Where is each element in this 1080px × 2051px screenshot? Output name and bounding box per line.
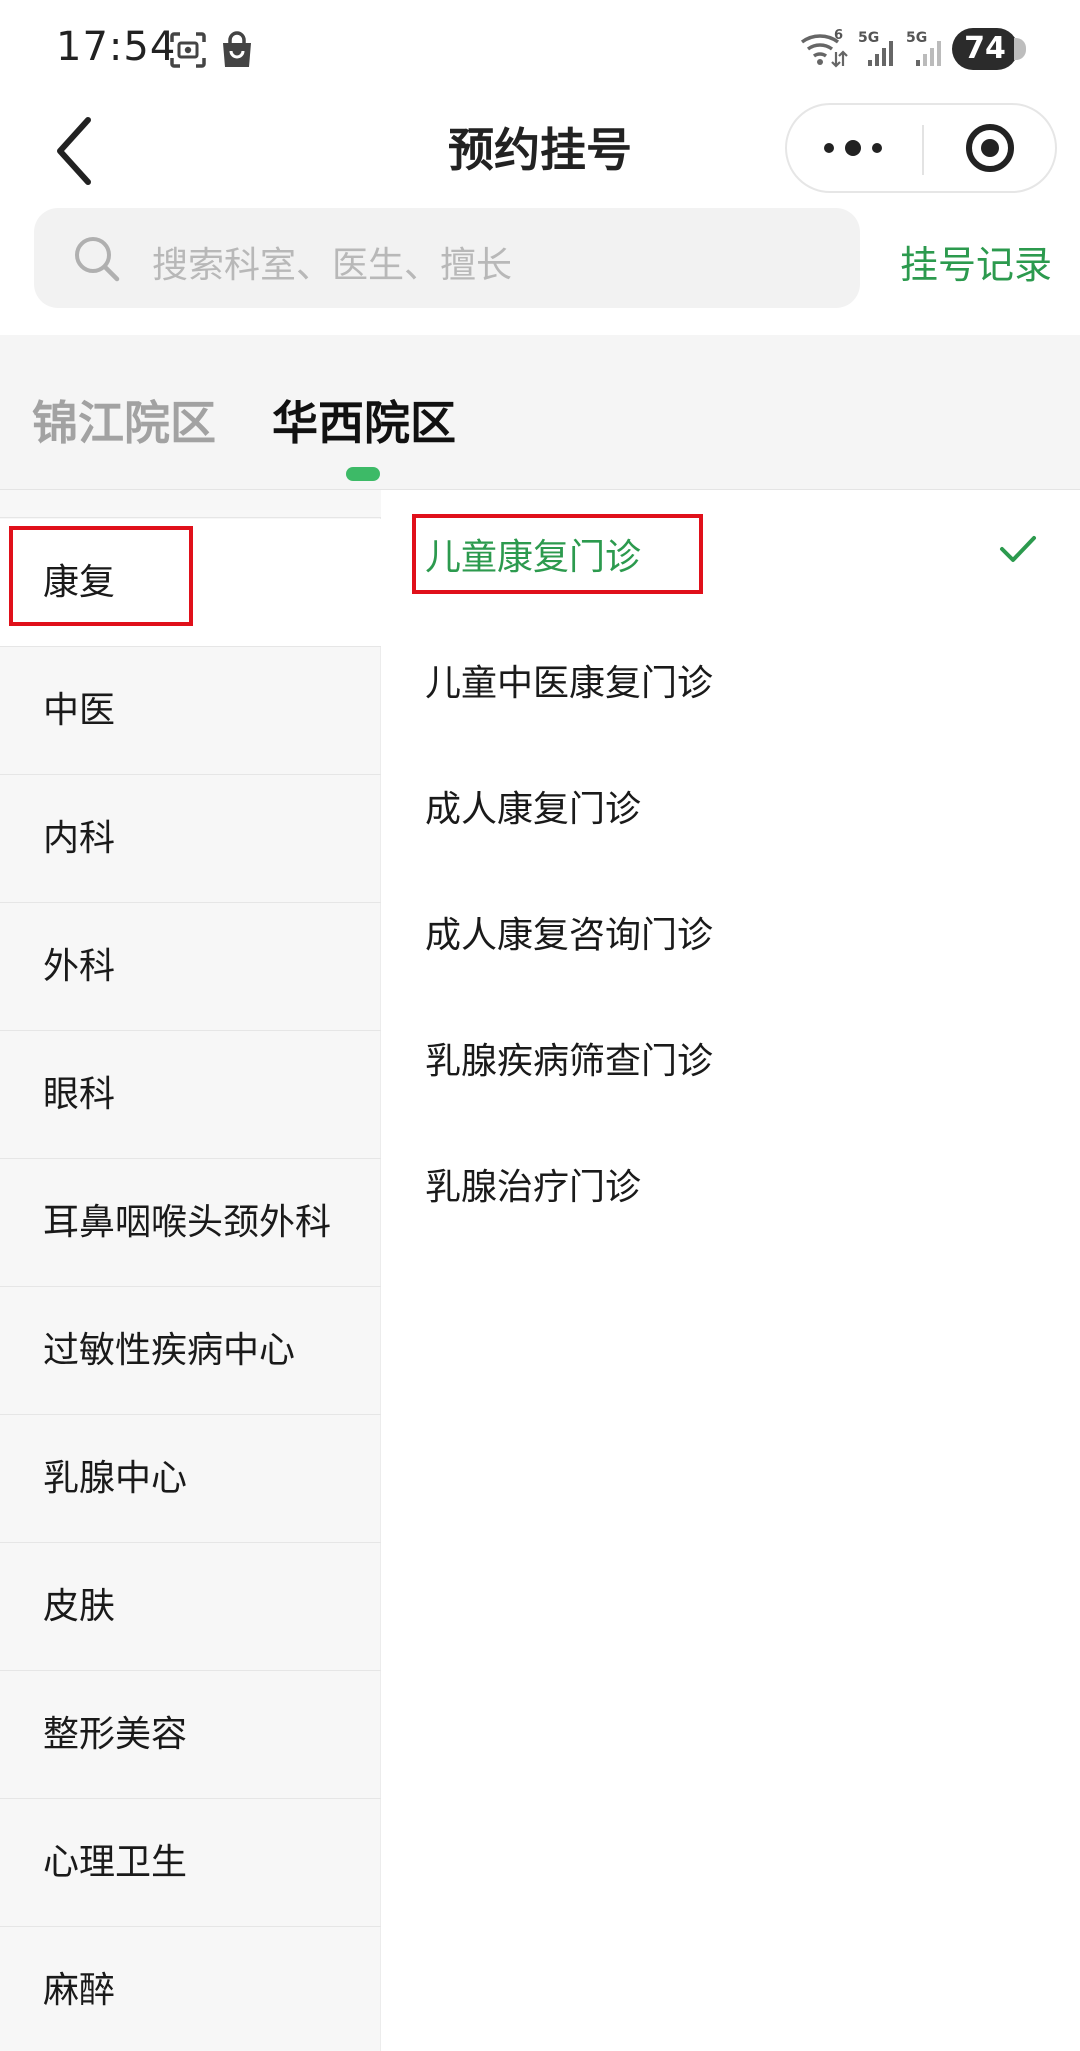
department-list: 康复 中医 内科 外科 眼科 耳鼻咽喉头颈外科 过敏性疾病中心 乳腺中心 皮肤 … <box>0 490 381 2051</box>
signal-5g-icon: 5G <box>906 30 941 66</box>
status-bar: 17:54 6 5G 5G 74 <box>0 0 1080 100</box>
department-item[interactable]: 中医 <box>0 647 381 775</box>
department-item[interactable]: 心理卫生 <box>0 1799 381 1927</box>
shopping-bag-icon <box>223 31 251 67</box>
clinic-label: 儿童康复门诊 <box>425 537 642 578</box>
department-item[interactable]: 眼科 <box>0 1031 381 1159</box>
campus-tabs: 锦江院区 华西院区 <box>0 335 1080 490</box>
search-input[interactable]: 搜索科室、医生、擅长 <box>34 208 860 308</box>
battery-indicator: 74 <box>952 28 1018 70</box>
close-miniapp-button[interactable] <box>924 105 1057 191</box>
wifi-badge: 6 <box>834 28 843 43</box>
nav-bar: 预约挂号 <box>0 100 1080 200</box>
clinic-item[interactable]: 乳腺疾病筛查门诊 <box>382 994 1080 1120</box>
clinic-label: 乳腺治疗门诊 <box>425 1167 642 1208</box>
status-time: 17:54 <box>56 24 177 70</box>
clinic-item[interactable]: 儿童中医康复门诊 <box>382 616 1080 742</box>
department-item[interactable]: 康复 <box>0 519 381 647</box>
clinic-item[interactable]: 乳腺治疗门诊 <box>382 1120 1080 1246</box>
clinic-list: 儿童康复门诊 儿童中医康复门诊 成人康复门诊 成人康复咨询门诊 乳腺疾病筛查门诊… <box>382 490 1080 2051</box>
department-item[interactable]: 麻醉 <box>0 1927 381 2051</box>
battery-tip <box>1014 38 1026 60</box>
department-item[interactable]: 乳腺中心 <box>0 1415 381 1543</box>
department-item[interactable]: 整形美容 <box>0 1671 381 1799</box>
appointment-page: 17:54 6 5G 5G 74 预约挂号 搜索科室、医生、擅长 挂号记录 锦江… <box>0 0 1080 2051</box>
clinic-item[interactable]: 儿童康复门诊 <box>382 490 1080 616</box>
department-item[interactable]: 外科 <box>0 903 381 1031</box>
clinic-label: 成人康复门诊 <box>425 789 642 830</box>
network-label: 5G <box>858 30 879 46</box>
department-item[interactable]: 耳鼻咽喉头颈外科 <box>0 1159 381 1287</box>
clinic-label: 乳腺疾病筛查门诊 <box>425 1041 714 1082</box>
search-icon <box>75 237 120 282</box>
registration-record-link[interactable]: 挂号记录 <box>900 234 1052 289</box>
tab-jinjiang-campus[interactable]: 锦江院区 <box>32 387 216 453</box>
department-item[interactable]: 内科 <box>0 775 381 903</box>
department-item[interactable]: 皮肤 <box>0 1543 381 1671</box>
more-button[interactable] <box>787 105 922 191</box>
list-top-gap <box>0 490 381 518</box>
checkmark-icon <box>1000 536 1036 562</box>
wifi-icon: 6 <box>800 28 848 68</box>
miniapp-capsule <box>785 103 1057 193</box>
clinic-label: 成人康复咨询门诊 <box>425 915 714 956</box>
clinic-item[interactable]: 成人康复咨询门诊 <box>382 868 1080 994</box>
screenshot-icon <box>170 32 206 68</box>
network-label: 5G <box>906 30 927 46</box>
active-tab-indicator <box>346 467 380 481</box>
signal-5g-icon: 5G <box>858 30 893 66</box>
clinic-label: 儿童中医康复门诊 <box>425 663 714 704</box>
target-close-icon <box>966 124 1014 172</box>
tab-huaxi-campus[interactable]: 华西院区 <box>272 387 456 453</box>
clinic-item[interactable]: 成人康复门诊 <box>382 742 1080 868</box>
department-item[interactable]: 过敏性疾病中心 <box>0 1287 381 1415</box>
search-placeholder: 搜索科室、医生、擅长 <box>152 245 513 286</box>
more-dots-icon <box>824 140 882 156</box>
